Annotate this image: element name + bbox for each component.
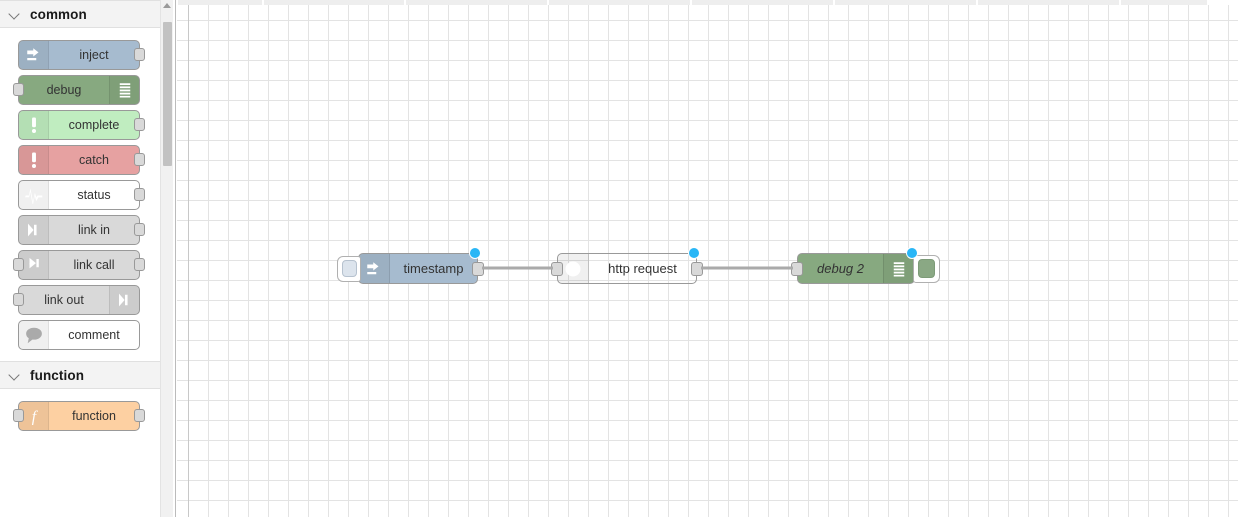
- palette-node-link-out[interactable]: link out: [13, 285, 140, 315]
- palette-node-catch[interactable]: catch: [18, 145, 145, 175]
- flow-tab-7[interactable]: [977, 0, 1120, 5]
- speech-bubble-icon: [19, 321, 49, 349]
- node-status-dot: [469, 247, 481, 259]
- workspace: timestamp http request debug 2: [177, 0, 1238, 517]
- category-header-function[interactable]: function: [0, 361, 160, 389]
- palette-node-output-port: [134, 118, 145, 131]
- palette-scroll-area[interactable]: common inject debug complete catch status link…: [0, 0, 160, 517]
- palette-node-status[interactable]: status: [18, 180, 145, 210]
- category-label: function: [30, 367, 85, 383]
- palette-node-output-port: [134, 258, 145, 271]
- pulse-wave-icon: [19, 181, 49, 209]
- palette-node-output-port: [134, 223, 145, 236]
- category-body-function: f function: [0, 389, 160, 442]
- flow-tab-2[interactable]: [263, 0, 405, 5]
- palette-scrollbar[interactable]: [160, 0, 173, 517]
- flow-tab-5[interactable]: [691, 0, 834, 5]
- scrollbar-thumb[interactable]: [163, 22, 172, 166]
- palette-category-common: common inject debug complete catch status link…: [0, 0, 160, 361]
- palette-node-output-port: [134, 409, 145, 422]
- flow-tab-1[interactable]: [177, 0, 263, 5]
- palette-node-inject[interactable]: inject: [18, 40, 145, 70]
- palette-node-output-port: [134, 153, 145, 166]
- tab-bar-spacer: [1208, 0, 1238, 5]
- palette-node-input-port: [13, 258, 24, 271]
- exclamation-icon: [19, 146, 49, 174]
- exclamation-icon: [19, 111, 49, 139]
- flow-tab-3[interactable]: [405, 0, 548, 5]
- palette-category-function: function f function: [0, 361, 160, 442]
- node-status-dot: [906, 247, 918, 259]
- flow-tab-4[interactable]: [548, 0, 691, 5]
- palette-node-input-port: [13, 409, 24, 422]
- flow-tab-8[interactable]: [1120, 0, 1208, 5]
- palette-category-list: common inject debug complete catch status link…: [0, 0, 160, 442]
- debug-lines-icon: [109, 76, 139, 104]
- palette-node-label: link out: [44, 293, 84, 307]
- node-red-editor: common inject debug complete catch status link…: [0, 0, 1238, 517]
- palette-node-input-port: [13, 293, 24, 306]
- palette-node-label: status: [77, 188, 111, 202]
- chevron-down-icon: [8, 368, 22, 382]
- palette-sidebar: common inject debug complete catch status link…: [0, 0, 176, 517]
- category-body-common: inject debug complete catch status link in lin…: [0, 28, 160, 361]
- palette-node-label: link call: [73, 258, 115, 272]
- palette-node-input-port: [13, 83, 24, 96]
- category-header-common[interactable]: common: [0, 0, 160, 28]
- link-arrow-icon: [19, 216, 49, 244]
- palette-node-debug[interactable]: debug: [13, 75, 140, 105]
- svg-text:f: f: [31, 408, 38, 425]
- palette-node-label: function: [72, 409, 116, 423]
- palette-node-link-call[interactable]: link call: [13, 250, 145, 280]
- flow-tab-6[interactable]: [834, 0, 977, 5]
- palette-node-function[interactable]: f function: [13, 401, 145, 431]
- link-arrow-icon: [109, 286, 139, 314]
- palette-node-label: catch: [79, 153, 109, 167]
- chevron-down-icon: [8, 7, 22, 21]
- palette-node-label: link in: [78, 223, 110, 237]
- palette-node-label: complete: [68, 118, 120, 132]
- scroll-up-arrow-icon[interactable]: [163, 3, 171, 8]
- wire-layer: [482, 266, 793, 270]
- palette-node-label: comment: [68, 328, 120, 342]
- flow-tab-bar[interactable]: [177, 0, 1238, 5]
- flow-canvas[interactable]: timestamp http request debug 2: [177, 5, 1238, 517]
- palette-node-output-port: [134, 48, 145, 61]
- palette-node-comment[interactable]: comment: [18, 320, 140, 350]
- category-label: common: [30, 6, 87, 22]
- palette-node-complete[interactable]: complete: [18, 110, 145, 140]
- node-status-dot: [688, 247, 700, 259]
- palette-node-label: inject: [79, 48, 109, 62]
- palette-node-link-in[interactable]: link in: [18, 215, 145, 245]
- palette-node-output-port: [134, 188, 145, 201]
- inject-arrow-icon: [19, 41, 49, 69]
- palette-node-label: debug: [46, 83, 82, 97]
